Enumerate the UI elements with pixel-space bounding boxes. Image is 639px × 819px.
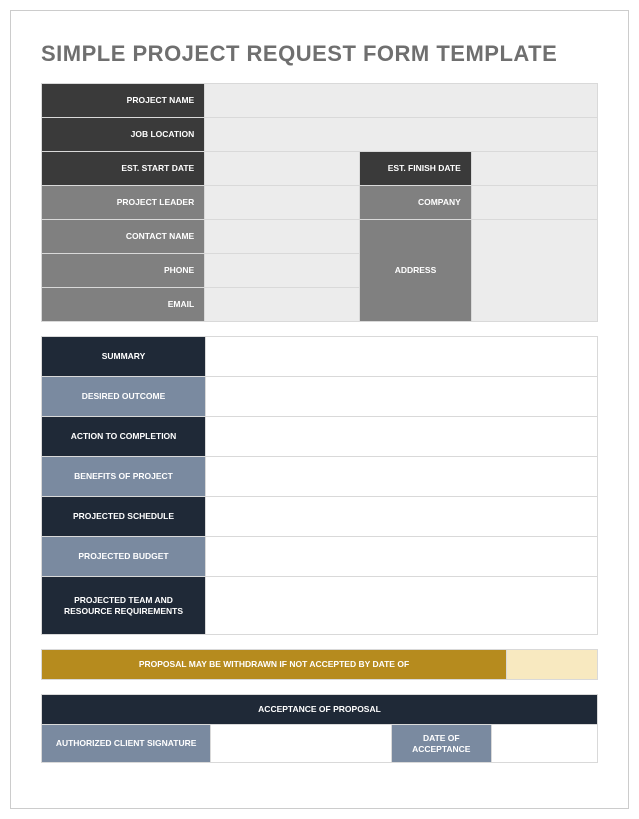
label-job-location: JOB LOCATION <box>42 118 205 152</box>
project-info-table: PROJECT NAME JOB LOCATION EST. START DAT… <box>41 83 598 322</box>
input-phone[interactable] <box>205 254 360 288</box>
label-contact-name: CONTACT NAME <box>42 220 205 254</box>
acceptance-table: ACCEPTANCE OF PROPOSAL AUTHORIZED CLIENT… <box>41 694 598 763</box>
label-benefits: BENEFITS OF PROJECT <box>42 457 206 497</box>
label-date-acceptance: DATE OF ACCEPTANCE <box>391 725 491 763</box>
input-email[interactable] <box>205 288 360 322</box>
input-project-name[interactable] <box>205 84 598 118</box>
label-email: EMAIL <box>42 288 205 322</box>
label-projected-budget: PROJECTED BUDGET <box>42 537 206 577</box>
label-signature: AUTHORIZED CLIENT SIGNATURE <box>42 725 211 763</box>
label-summary: SUMMARY <box>42 337 206 377</box>
input-company[interactable] <box>471 186 597 220</box>
input-summary[interactable] <box>206 337 598 377</box>
form-title: SIMPLE PROJECT REQUEST FORM TEMPLATE <box>41 41 598 67</box>
label-phone: PHONE <box>42 254 205 288</box>
input-action-completion[interactable] <box>206 417 598 457</box>
label-est-finish-date: EST. FINISH DATE <box>360 152 472 186</box>
label-desired-outcome: DESIRED OUTCOME <box>42 377 206 417</box>
input-project-leader[interactable] <box>205 186 360 220</box>
label-team-resource: PROJECTED TEAM AND RESOURCE REQUIREMENTS <box>42 577 206 635</box>
label-withdraw-notice: PROPOSAL MAY BE WITHDRAWN IF NOT ACCEPTE… <box>42 650 507 680</box>
page: SIMPLE PROJECT REQUEST FORM TEMPLATE PRO… <box>10 10 629 809</box>
input-address[interactable] <box>471 220 597 322</box>
input-team-resource[interactable] <box>206 577 598 635</box>
input-desired-outcome[interactable] <box>206 377 598 417</box>
label-project-leader: PROJECT LEADER <box>42 186 205 220</box>
input-contact-name[interactable] <box>205 220 360 254</box>
input-projected-budget[interactable] <box>206 537 598 577</box>
input-est-finish-date[interactable] <box>471 152 597 186</box>
input-job-location[interactable] <box>205 118 598 152</box>
label-company: COMPANY <box>360 186 472 220</box>
label-est-start-date: EST. START DATE <box>42 152 205 186</box>
input-signature[interactable] <box>211 725 392 763</box>
input-est-start-date[interactable] <box>205 152 360 186</box>
label-address: ADDRESS <box>360 220 472 322</box>
input-date-acceptance[interactable] <box>491 725 597 763</box>
label-project-name: PROJECT NAME <box>42 84 205 118</box>
input-benefits[interactable] <box>206 457 598 497</box>
project-detail-table: SUMMARY DESIRED OUTCOME ACTION TO COMPLE… <box>41 336 598 635</box>
label-acceptance-header: ACCEPTANCE OF PROPOSAL <box>42 695 598 725</box>
label-action-completion: ACTION TO COMPLETION <box>42 417 206 457</box>
label-projected-schedule: PROJECTED SCHEDULE <box>42 497 206 537</box>
input-projected-schedule[interactable] <box>206 497 598 537</box>
withdraw-table: PROPOSAL MAY BE WITHDRAWN IF NOT ACCEPTE… <box>41 649 598 680</box>
input-withdraw-date[interactable] <box>507 650 598 680</box>
